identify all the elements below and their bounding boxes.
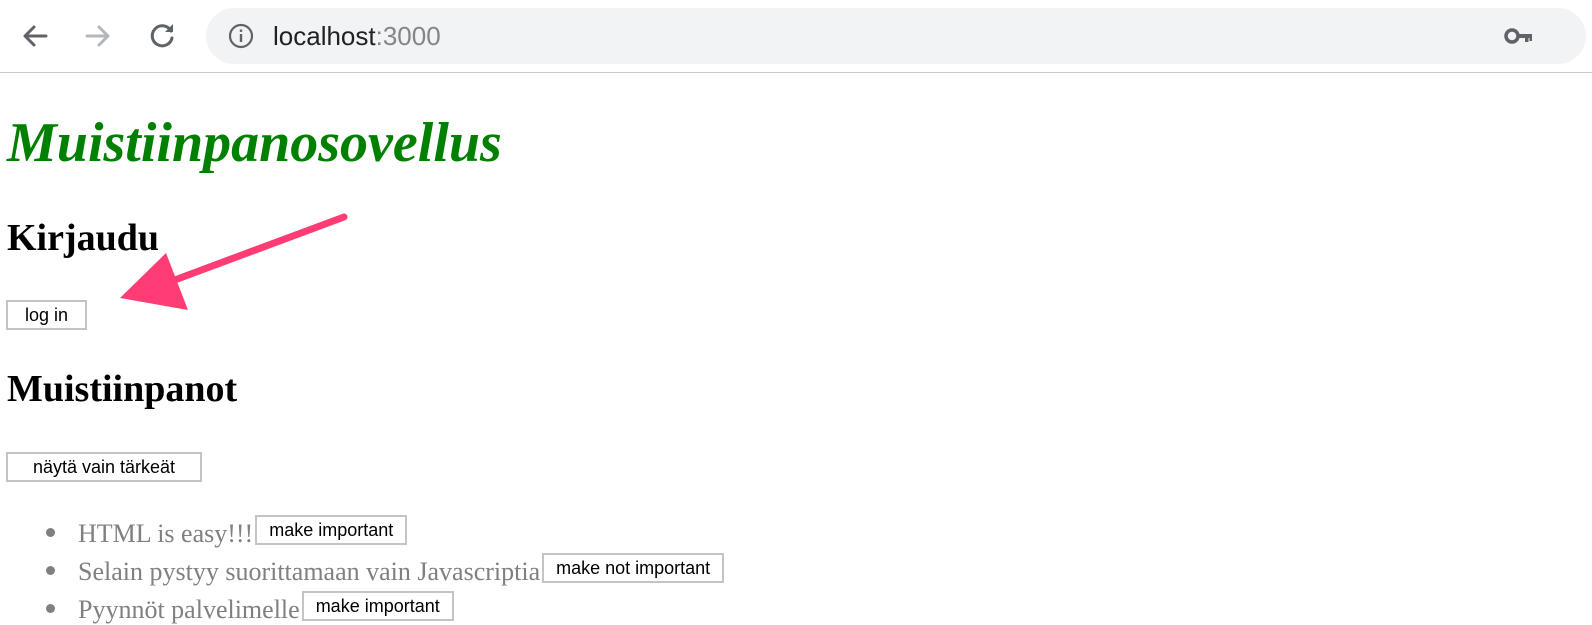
url-text: localhost:3000 (273, 20, 441, 52)
browser-toolbar: localhost:3000 (0, 0, 1592, 73)
url-host: localhost (273, 21, 376, 51)
list-bullet (46, 566, 55, 575)
toggle-importance-button[interactable]: make not important (542, 553, 725, 583)
app-title: Muistiinpanosovellus (7, 112, 502, 174)
info-icon[interactable] (228, 23, 254, 49)
note-content: Selain pystyy suorittamaan vain Javascri… (78, 557, 541, 586)
list-bullet (46, 604, 55, 613)
annotation-arrow-icon (120, 213, 348, 310)
forward-button[interactable] (80, 18, 116, 54)
note-content: HTML is easy!!! (78, 519, 254, 548)
url-port: :3000 (375, 21, 441, 51)
reload-button[interactable] (144, 18, 180, 54)
note-content: Pyynnöt palvelimelle (78, 595, 300, 624)
reload-icon (150, 24, 174, 48)
arrow-right-icon (85, 25, 110, 47)
log-in-button[interactable]: log in (6, 300, 87, 330)
key-icon[interactable] (1504, 25, 1534, 47)
show-important-only-button[interactable]: näytä vain tärkeät (6, 452, 202, 482)
back-button[interactable] (17, 18, 53, 54)
page-content: Muistiinpanosovellus Kirjaudu log in Mui… (0, 73, 1592, 624)
toggle-importance-button[interactable]: make important (255, 515, 408, 545)
toggle-importance-button[interactable]: make important (301, 591, 454, 621)
notes-heading: Muistiinpanot (7, 368, 238, 410)
arrow-left-icon (23, 25, 48, 47)
address-bar[interactable]: localhost:3000 (206, 8, 1586, 64)
list-bullet (46, 528, 55, 537)
